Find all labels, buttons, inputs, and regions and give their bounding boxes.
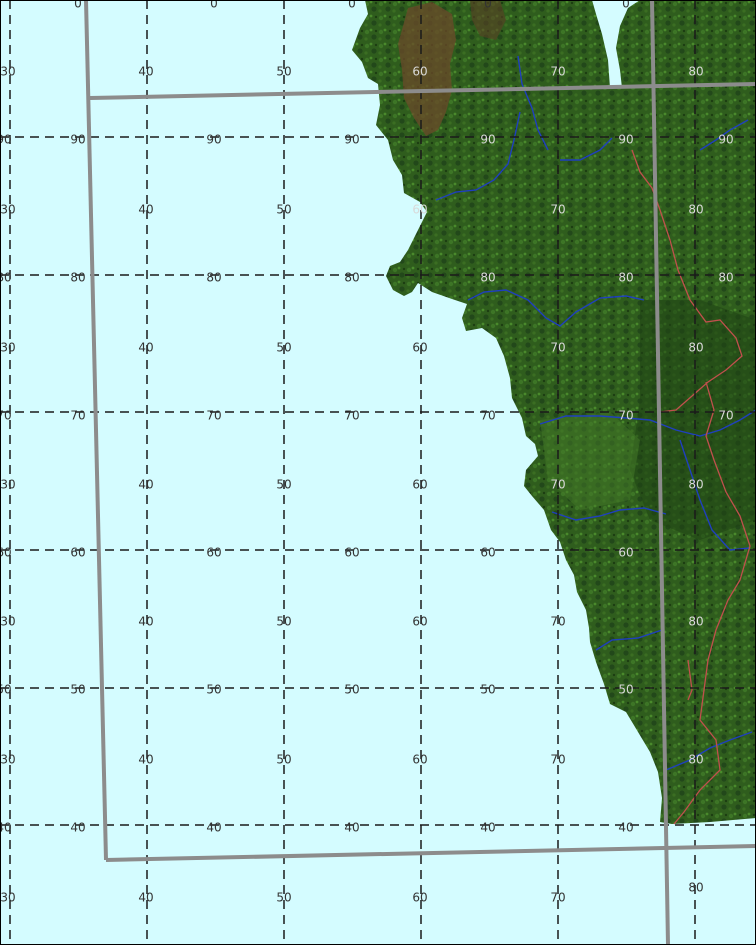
- grid-label: 30: [0, 753, 15, 767]
- grid-label: 50: [70, 683, 85, 697]
- grid-label: 90: [70, 133, 85, 147]
- grid-label: 90: [618, 133, 633, 147]
- grid-label: 80: [688, 753, 703, 767]
- grid-label: 40: [0, 821, 12, 835]
- grid-label: 40: [70, 821, 85, 835]
- grid-label: 50: [276, 753, 291, 767]
- grid-label: 30: [0, 341, 15, 355]
- grid-label: 80: [688, 341, 703, 355]
- grid-label: 90: [718, 133, 733, 147]
- grid-label: 50: [344, 683, 359, 697]
- grid-label: 60: [412, 615, 427, 629]
- grid-label: 80: [718, 271, 733, 285]
- grid-label: 30: [0, 615, 15, 629]
- grid-label: 60: [344, 546, 359, 560]
- grid-label: 90: [344, 133, 359, 147]
- grid-label: 90: [480, 133, 495, 147]
- grid-label: 50: [206, 683, 221, 697]
- grid-label: 60: [412, 891, 427, 905]
- grid-label: 80: [344, 271, 359, 285]
- grid-label: 70: [0, 409, 12, 423]
- grid-label: 0: [74, 0, 82, 11]
- grid-label: 90: [206, 133, 221, 147]
- grid-label: 30: [0, 65, 15, 79]
- grid-label: 40: [138, 753, 153, 767]
- grid-label: 70: [550, 478, 565, 492]
- grid-label: 70: [206, 409, 221, 423]
- grid-label: 40: [618, 821, 633, 835]
- grid-label: 70: [550, 203, 565, 217]
- grid-label: 80: [480, 271, 495, 285]
- grid-label: 70: [550, 615, 565, 629]
- grid-label: 50: [276, 478, 291, 492]
- grid-label: 40: [138, 65, 153, 79]
- grid-label: 60: [206, 546, 221, 560]
- grid-label: 60: [412, 753, 427, 767]
- grid-label: 80: [688, 65, 703, 79]
- grid-label: 60: [412, 341, 427, 355]
- grid-label: 70: [550, 341, 565, 355]
- grid-label: 30: [0, 478, 15, 492]
- grid-label: 70: [618, 409, 633, 423]
- grid-label: 60: [618, 546, 633, 560]
- grid-label: 60: [480, 546, 495, 560]
- grid-label: 40: [138, 341, 153, 355]
- grid-label: 60: [412, 478, 427, 492]
- grid-label: 30: [0, 891, 15, 905]
- grid-label: 50: [0, 683, 12, 697]
- grid-label: 70: [550, 753, 565, 767]
- grid-label: 50: [276, 65, 291, 79]
- grid-label: 70: [344, 409, 359, 423]
- grid-label: 0: [210, 0, 218, 11]
- grid-label: 70: [480, 409, 495, 423]
- grid-label: 0: [622, 0, 630, 11]
- grid-label: 90: [0, 133, 12, 147]
- grid-label: 50: [276, 615, 291, 629]
- grid-label: 70: [550, 65, 565, 79]
- grid-label: 50: [618, 683, 633, 697]
- grid-label: 80: [206, 271, 221, 285]
- grid-label: 40: [206, 821, 221, 835]
- grid-label: 40: [480, 821, 495, 835]
- grid-label: 60: [70, 546, 85, 560]
- grid-label: 50: [276, 891, 291, 905]
- grid-label: 30: [0, 203, 15, 217]
- grid-label: 70: [718, 409, 733, 423]
- grid-label: 60: [412, 203, 427, 217]
- grid-label: 40: [344, 821, 359, 835]
- grid-label: 0: [484, 0, 492, 11]
- grid-label: 0: [348, 0, 356, 11]
- grid-label: 80: [70, 271, 85, 285]
- grid-label: 70: [70, 409, 85, 423]
- grid-label: 60: [0, 546, 12, 560]
- grid-label: 80: [688, 203, 703, 217]
- grid-label: 40: [138, 203, 153, 217]
- grid-label: 70: [550, 891, 565, 905]
- grid-label: 80: [618, 271, 633, 285]
- topographic-map[interactable]: 0 0 0 0 0 30 40 50 60 70 80 90 90 90 90 90 90 90 30 40 50 60 7…: [0, 0, 756, 945]
- grid-label: 50: [480, 683, 495, 697]
- grid-label: 60: [412, 65, 427, 79]
- grid-label: 40: [138, 891, 153, 905]
- grid-label: 40: [138, 615, 153, 629]
- grid-label: 50: [276, 341, 291, 355]
- grid-label: 50: [276, 203, 291, 217]
- grid-label: 80: [688, 478, 703, 492]
- grid-label: 80: [688, 881, 703, 895]
- grid-label: 80: [0, 271, 12, 285]
- grid-label: 80: [688, 615, 703, 629]
- grid-label: 40: [138, 478, 153, 492]
